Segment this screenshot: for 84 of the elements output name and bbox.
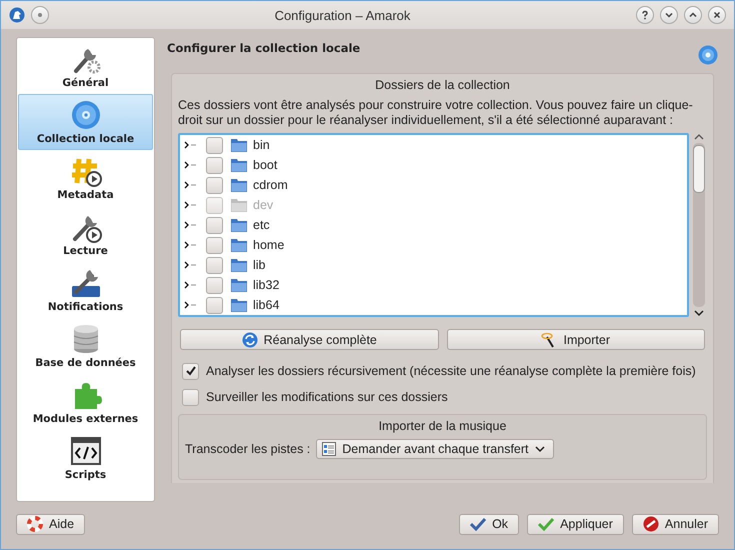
folder-name: lib64: [253, 298, 280, 312]
sidebar-item[interactable]: Lecture: [18, 206, 153, 262]
caret-icon: [534, 445, 544, 453]
checkbox[interactable]: [206, 136, 223, 154]
minimize-icon[interactable]: [660, 6, 678, 24]
import-button[interactable]: Importer: [446, 329, 705, 350]
checkbox[interactable]: [206, 296, 223, 314]
dot-icon: [37, 12, 43, 18]
tree-row[interactable]: etc: [180, 215, 687, 235]
apply-button[interactable]: Appliquer: [527, 514, 624, 534]
description-text: Ces dossiers vont être analysés pour construire votre collection. Vous pouvez faire un clique-droit sur un dossier pour le réanalyser individuellement, s'il a été sélectionné auparavant :: [178, 98, 694, 128]
checkmark-icon: [538, 517, 554, 531]
checkbox[interactable]: [206, 236, 223, 254]
keep-above-button[interactable]: [31, 6, 49, 24]
help-button[interactable]: Aide: [16, 514, 86, 534]
folder-icon: [231, 218, 247, 232]
tree-row[interactable]: boot: [180, 155, 687, 175]
folder-name: home: [253, 238, 284, 252]
page-title: Configurer la collection locale: [167, 40, 360, 55]
folder-icon: [231, 178, 247, 192]
scrollbar-thumb[interactable]: [693, 145, 705, 193]
sidebar-item[interactable]: Metadata: [18, 150, 153, 206]
option-checkbox[interactable]: Analyser les dossiers récursivement (nécessite une réanalyse complète la première fois): [182, 360, 707, 382]
cancel-icon: [642, 516, 659, 532]
wrench-panel-icon: [70, 267, 102, 299]
maximize-icon[interactable]: [684, 6, 702, 24]
checkbox[interactable]: [206, 176, 223, 194]
folder-icon: [231, 138, 247, 152]
checkbox[interactable]: [206, 216, 223, 234]
cancel-button[interactable]: Annuler: [632, 514, 719, 534]
transcode-dropdown[interactable]: Demander avant chaque transfert: [316, 439, 554, 459]
tree-row[interactable]: bin: [180, 135, 687, 155]
scroll-down-icon[interactable]: [694, 309, 704, 317]
option-checkbox[interactable]: Surveiller les modifications sur ces dossiers: [182, 386, 707, 408]
rescan-button[interactable]: Réanalyse complète: [180, 329, 438, 350]
sidebar-item[interactable]: Scripts: [18, 430, 153, 486]
group-title: Importer de la musique: [378, 419, 508, 433]
lifebuoy-icon: [27, 516, 43, 532]
checkbox[interactable]: [206, 156, 223, 174]
app-logo-icon: [9, 7, 25, 23]
window-title: Configuration – Amarok: [274, 8, 412, 22]
folder-name: dev: [253, 198, 274, 212]
folder-icon: [231, 158, 247, 172]
tree-row[interactable]: lib: [180, 255, 687, 275]
sidebar-item[interactable]: Collection locale: [18, 94, 153, 150]
group-title: Dossiers de la collection: [374, 78, 511, 92]
tree-row[interactable]: home: [180, 235, 687, 255]
checkmark-icon: [470, 517, 486, 531]
sidebar-item[interactable]: Notifications: [18, 262, 153, 318]
refresh-icon: [242, 332, 258, 348]
scrollbar[interactable]: [691, 133, 707, 317]
folder-name: cdrom: [253, 178, 288, 192]
tree-row[interactable]: lib64: [180, 295, 687, 315]
help-icon[interactable]: [636, 6, 654, 24]
checkbox[interactable]: [182, 388, 199, 406]
ok-button[interactable]: Ok: [459, 514, 520, 534]
field-label: Transcoder les pistes :: [185, 442, 310, 456]
disc-icon: [698, 45, 718, 65]
tree-row[interactable]: lib32: [180, 275, 687, 295]
folder-icon: [231, 258, 247, 272]
folder-icon: [231, 198, 247, 212]
folder-icon: [231, 298, 247, 312]
checkbox[interactable]: [182, 362, 199, 380]
sidebar-item[interactable]: Modules externes: [18, 374, 153, 430]
folder-name: bin: [253, 138, 270, 152]
code-icon: [70, 435, 102, 467]
tree-row[interactable]: cdrom: [180, 175, 687, 195]
sidebar-item[interactable]: Général: [18, 38, 153, 94]
sidebar-item[interactable]: Base de données: [18, 318, 153, 374]
folder-name: lib32: [253, 278, 280, 292]
option-label: Analyser les dossiers récursivement (nécessite une réanalyse complète la première fois): [206, 364, 696, 378]
option-label: Surveiller les modifications sur ces dossiers: [206, 390, 448, 404]
checkmark-icon: [184, 365, 196, 377]
checkbox[interactable]: [206, 276, 223, 294]
folder-icon: [231, 278, 247, 292]
folder-icon: [231, 238, 247, 252]
scroll-up-icon[interactable]: [694, 133, 704, 141]
close-icon[interactable]: [708, 6, 726, 24]
disc-icon: [70, 99, 102, 131]
folder-name: etc: [253, 218, 270, 232]
folder-name: lib: [253, 258, 266, 272]
list-icon: [322, 442, 336, 456]
folder-name: boot: [253, 158, 278, 172]
checkbox[interactable]: [206, 256, 223, 274]
